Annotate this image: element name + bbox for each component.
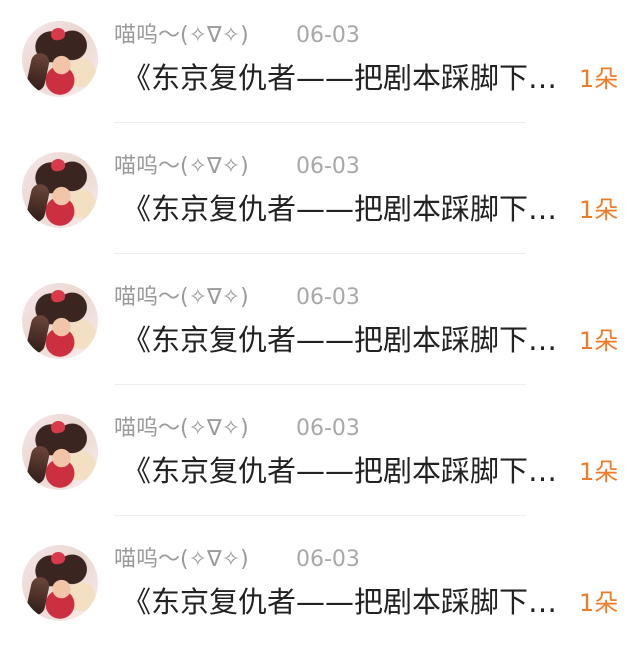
list-item[interactable]: 喵呜～(✧∇✧) 06-03 《东京复仇者——把剧本踩脚下… 1朵 <box>0 393 640 524</box>
list-item[interactable]: 喵呜～(✧∇✧) 06-03 《东京复仇者——把剧本踩脚下… 1朵 <box>0 131 640 262</box>
list-item[interactable]: 喵呜～(✧∇✧) 06-03 《东京复仇者——把剧本踩脚下… 1朵 <box>0 0 640 131</box>
avatar[interactable] <box>22 545 98 621</box>
work-title[interactable]: 《东京复仇者——把剧本踩脚下… <box>122 321 577 359</box>
divider <box>114 384 526 385</box>
gift-record-list: 喵呜～(✧∇✧) 06-03 《东京复仇者——把剧本踩脚下… 1朵 喵呜～(✧∇… <box>0 0 640 651</box>
avatar[interactable] <box>22 152 98 228</box>
avatar[interactable] <box>22 414 98 490</box>
flower-count: 1朵 <box>579 589 619 617</box>
flower-count: 1朵 <box>579 327 619 355</box>
avatar[interactable] <box>22 283 98 359</box>
author-name[interactable]: 喵呜～(✧∇✧) <box>114 282 249 314</box>
post-date: 06-03 <box>296 285 360 310</box>
post-date: 06-03 <box>296 23 360 48</box>
avatar[interactable] <box>22 21 98 97</box>
divider <box>114 253 526 254</box>
divider <box>114 122 526 123</box>
work-title[interactable]: 《东京复仇者——把剧本踩脚下… <box>122 190 577 228</box>
flower-count: 1朵 <box>579 196 619 224</box>
list-item[interactable]: 喵呜～(✧∇✧) 06-03 《东京复仇者——把剧本踩脚下… 1朵 <box>0 262 640 393</box>
author-name[interactable]: 喵呜～(✧∇✧) <box>114 413 249 445</box>
work-title[interactable]: 《东京复仇者——把剧本踩脚下… <box>122 59 577 97</box>
author-name[interactable]: 喵呜～(✧∇✧) <box>114 151 249 183</box>
flower-count: 1朵 <box>579 65 619 93</box>
author-name[interactable]: 喵呜～(✧∇✧) <box>114 20 249 52</box>
author-name[interactable]: 喵呜～(✧∇✧) <box>114 544 249 576</box>
work-title[interactable]: 《东京复仇者——把剧本踩脚下… <box>122 452 577 490</box>
post-date: 06-03 <box>296 416 360 441</box>
divider <box>114 515 526 516</box>
post-date: 06-03 <box>296 547 360 572</box>
post-date: 06-03 <box>296 154 360 179</box>
flower-count: 1朵 <box>579 458 619 486</box>
work-title[interactable]: 《东京复仇者——把剧本踩脚下… <box>122 583 577 621</box>
list-item[interactable]: 喵呜～(✧∇✧) 06-03 《东京复仇者——把剧本踩脚下… 1朵 <box>0 524 640 655</box>
